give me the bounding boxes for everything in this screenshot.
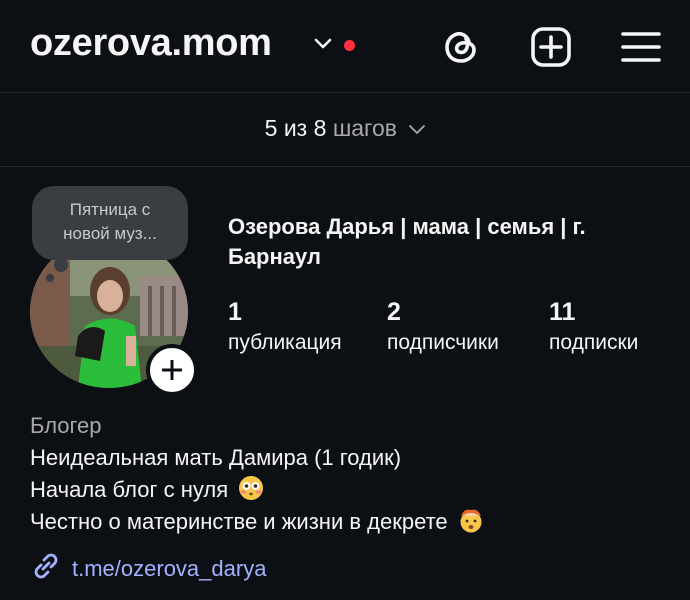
exploding-head-emoji — [460, 509, 482, 533]
add-post-icon[interactable] — [530, 26, 572, 68]
bio-line-text: Начала блог с нуля — [30, 477, 229, 502]
divider — [0, 166, 690, 167]
followers-count: 2 — [387, 298, 401, 326]
following-count: 11 — [549, 298, 576, 326]
note-tail — [46, 274, 54, 282]
notification-dot — [344, 40, 355, 51]
onboarding-steps[interactable]: 5 из 8 шагов — [0, 110, 690, 146]
profile-category: Блогер — [30, 413, 102, 438]
posts-count: 1 — [228, 298, 242, 326]
top-bar: ozerova.mom — [0, 0, 690, 92]
divider — [0, 92, 690, 93]
profile-bio: Блогер Неидеальная мать Дамира (1 годик)… — [30, 410, 670, 538]
plus-icon — [162, 360, 182, 380]
following-stat[interactable]: 11 подписки — [549, 296, 638, 358]
bio-line: Начала блог с нуля — [30, 474, 670, 506]
steps-word: шагов — [332, 115, 397, 141]
followers-stat[interactable]: 2 подписчики — [387, 296, 499, 358]
posts-label: публикация — [228, 331, 342, 354]
steps-count: 5 из 8 — [264, 115, 327, 141]
link-icon — [34, 553, 58, 579]
note-text-line1: Пятница с — [69, 200, 151, 219]
menu-icon[interactable] — [620, 26, 662, 68]
threads-icon[interactable] — [440, 26, 482, 68]
bio-line-text: Честно о материнстве и жизни в декрете — [30, 509, 448, 534]
bio-line: Честно о материнстве и жизни в декрете — [30, 506, 670, 538]
posts-stat[interactable]: 1 публикация — [228, 296, 342, 358]
followers-label: подписчики — [387, 331, 499, 354]
note-bubble[interactable]: Пятница с новой муз... — [32, 186, 188, 260]
note-text-line2: новой муз... — [63, 224, 157, 243]
note-tail — [54, 258, 68, 272]
add-story-button[interactable] — [146, 344, 198, 396]
flushed-face-emoji — [239, 476, 264, 500]
profile-link-text: t.me/ozerova_darya — [72, 556, 267, 581]
profile-link[interactable]: t.me/ozerova_darya — [30, 550, 266, 586]
chevron-down-icon[interactable] — [314, 38, 332, 50]
account-username[interactable]: ozerova.mom — [30, 22, 272, 65]
chevron-down-icon — [409, 125, 426, 134]
bio-line: Неидеальная мать Дамира (1 годик) — [30, 445, 402, 470]
profile-full-name: Озерова Дарья | мама | семья | г. Барнау… — [228, 214, 586, 269]
following-label: подписки — [549, 331, 639, 354]
